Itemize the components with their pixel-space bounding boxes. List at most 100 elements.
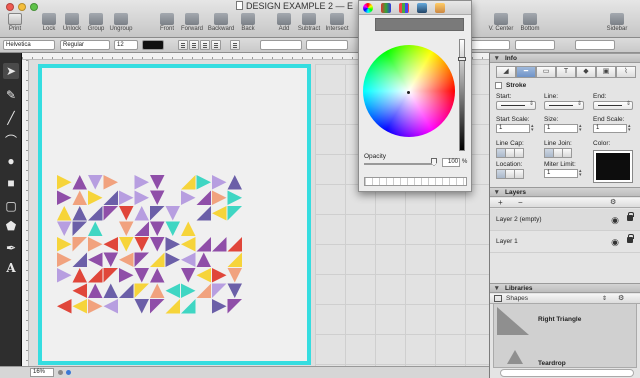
tab-image[interactable]: ▣ xyxy=(596,66,616,78)
pattern-triangle[interactable] xyxy=(88,268,103,283)
align-right-button[interactable] xyxy=(200,40,210,50)
pattern-triangle[interactable] xyxy=(134,283,150,299)
pattern-triangle[interactable] xyxy=(196,237,212,252)
pattern-triangle[interactable] xyxy=(134,237,150,252)
opacity-field[interactable]: 100 xyxy=(442,158,460,167)
tab-shadow[interactable]: ◆ xyxy=(576,66,596,78)
align-left-button[interactable] xyxy=(178,40,188,50)
pattern-triangle[interactable] xyxy=(57,299,72,314)
end-scale-field[interactable]: 1 xyxy=(593,124,627,133)
pattern-triangle[interactable] xyxy=(196,268,212,283)
pattern-triangle[interactable] xyxy=(227,299,243,314)
tab-text[interactable]: T xyxy=(556,66,576,78)
subtract-button[interactable]: Subtract xyxy=(294,13,324,32)
pattern-triangle[interactable] xyxy=(88,206,103,221)
eye-icon[interactable]: ◉ xyxy=(611,237,619,248)
align-center-button[interactable] xyxy=(189,40,199,50)
zoom-window-button[interactable] xyxy=(30,3,38,11)
miter-limit-stepper[interactable]: ▴ ▾ xyxy=(579,169,584,178)
pattern-triangle[interactable] xyxy=(165,299,181,314)
bezier-tool[interactable]: ✒ xyxy=(3,240,19,256)
tab-fill[interactable]: ▭ xyxy=(536,66,556,78)
pattern-triangle[interactable] xyxy=(150,268,165,283)
ungroup-button[interactable]: Ungroup xyxy=(106,13,136,32)
pattern-triangle[interactable] xyxy=(103,175,119,190)
pattern-triangle[interactable] xyxy=(227,283,243,299)
close-window-button[interactable] xyxy=(6,3,14,11)
pattern-triangle[interactable] xyxy=(57,237,72,252)
image-palettes-mode-icon[interactable] xyxy=(417,3,427,13)
brightness-slider-knob[interactable] xyxy=(458,57,466,61)
pattern-triangle[interactable] xyxy=(103,299,119,314)
pattern-triangle[interactable] xyxy=(103,190,119,206)
opacity-slider[interactable] xyxy=(364,163,436,165)
pattern-triangle[interactable] xyxy=(227,190,243,206)
pattern-triangle[interactable] xyxy=(150,175,165,190)
pattern-triangle[interactable] xyxy=(72,268,88,283)
add-layer-button[interactable]: + xyxy=(498,198,503,208)
ellipse-tool[interactable]: ● xyxy=(3,153,19,169)
pattern-triangle[interactable] xyxy=(227,175,243,190)
pattern-triangle[interactable] xyxy=(196,175,212,190)
library-item-label[interactable]: Teardrop xyxy=(538,360,566,367)
pattern-triangle[interactable] xyxy=(212,237,227,252)
rounded-rect-tool[interactable]: ▢ xyxy=(3,198,19,214)
stroke-location-segmented[interactable] xyxy=(496,169,524,179)
pattern-triangle[interactable] xyxy=(134,206,150,221)
crayons-mode-icon[interactable] xyxy=(435,3,445,13)
pattern-triangle[interactable] xyxy=(227,268,243,283)
lock-icon[interactable] xyxy=(627,234,634,243)
pattern-triangle[interactable] xyxy=(72,252,88,268)
pointer-tool[interactable]: ➤ xyxy=(3,63,19,79)
pattern-triangle[interactable] xyxy=(88,190,103,206)
pattern-triangle[interactable] xyxy=(72,206,88,221)
pattern-triangle[interactable] xyxy=(212,299,227,314)
pattern-triangle[interactable] xyxy=(150,252,165,268)
pattern-triangle[interactable] xyxy=(227,252,243,268)
font-size-select[interactable]: 12 xyxy=(114,40,138,50)
library-search-input[interactable] xyxy=(500,369,634,377)
line-cap-segmented[interactable] xyxy=(496,148,524,158)
pattern-triangle[interactable] xyxy=(150,299,165,314)
pattern-triangle[interactable] xyxy=(212,190,227,206)
pattern-triangle[interactable] xyxy=(134,175,150,190)
tab-geometry[interactable]: ◢ xyxy=(496,66,516,78)
tab-connect[interactable]: ⌇ xyxy=(616,66,636,78)
layers-gear-icon[interactable]: ⚙ xyxy=(610,198,616,208)
eye-icon[interactable]: ◉ xyxy=(611,215,619,226)
size-stepper[interactable]: ▴ ▾ xyxy=(579,124,584,133)
pattern-triangle[interactable] xyxy=(88,299,103,314)
font-style-select[interactable]: Regular xyxy=(60,40,110,50)
pattern-triangle[interactable] xyxy=(212,283,227,299)
pattern-triangle[interactable] xyxy=(212,175,227,190)
right-triangle-thumbnail[interactable] xyxy=(497,307,529,335)
pattern-triangle[interactable] xyxy=(181,237,196,252)
bottom-button[interactable]: Bottom xyxy=(515,13,545,32)
polygon-tool[interactable]: ⬟ xyxy=(3,218,19,234)
pattern-triangle[interactable] xyxy=(57,175,72,190)
stroke-color-well[interactable] xyxy=(593,150,633,183)
pattern-triangle[interactable] xyxy=(119,237,134,252)
pattern-triangle[interactable] xyxy=(165,252,181,268)
pattern-triangle[interactable] xyxy=(57,190,72,206)
sidebar-button[interactable]: Sidebar xyxy=(602,13,632,32)
intersect-button[interactable]: Intersect xyxy=(322,13,352,32)
pattern-triangle[interactable] xyxy=(57,268,72,283)
pattern-triangle[interactable] xyxy=(227,206,243,221)
start-arrow-popup[interactable] xyxy=(496,100,536,110)
line-join-segmented[interactable] xyxy=(544,148,572,158)
pattern-triangle[interactable] xyxy=(196,206,212,221)
pattern-triangle[interactable] xyxy=(134,221,150,237)
pattern-triangle[interactable] xyxy=(134,268,150,283)
pattern-triangle[interactable] xyxy=(72,299,88,314)
pattern-triangle[interactable] xyxy=(181,190,196,206)
pattern-triangle[interactable] xyxy=(88,252,103,268)
pattern-triangle[interactable] xyxy=(150,190,165,206)
pattern-triangle[interactable] xyxy=(134,299,150,314)
layers-section-header[interactable]: Layers xyxy=(490,187,640,197)
brightness-slider[interactable] xyxy=(459,39,465,151)
triangle-pattern-artwork[interactable] xyxy=(57,175,243,321)
start-scale-stepper[interactable]: ▴ ▾ xyxy=(531,124,536,133)
pattern-triangle[interactable] xyxy=(119,221,134,237)
justify-button[interactable] xyxy=(211,40,221,50)
